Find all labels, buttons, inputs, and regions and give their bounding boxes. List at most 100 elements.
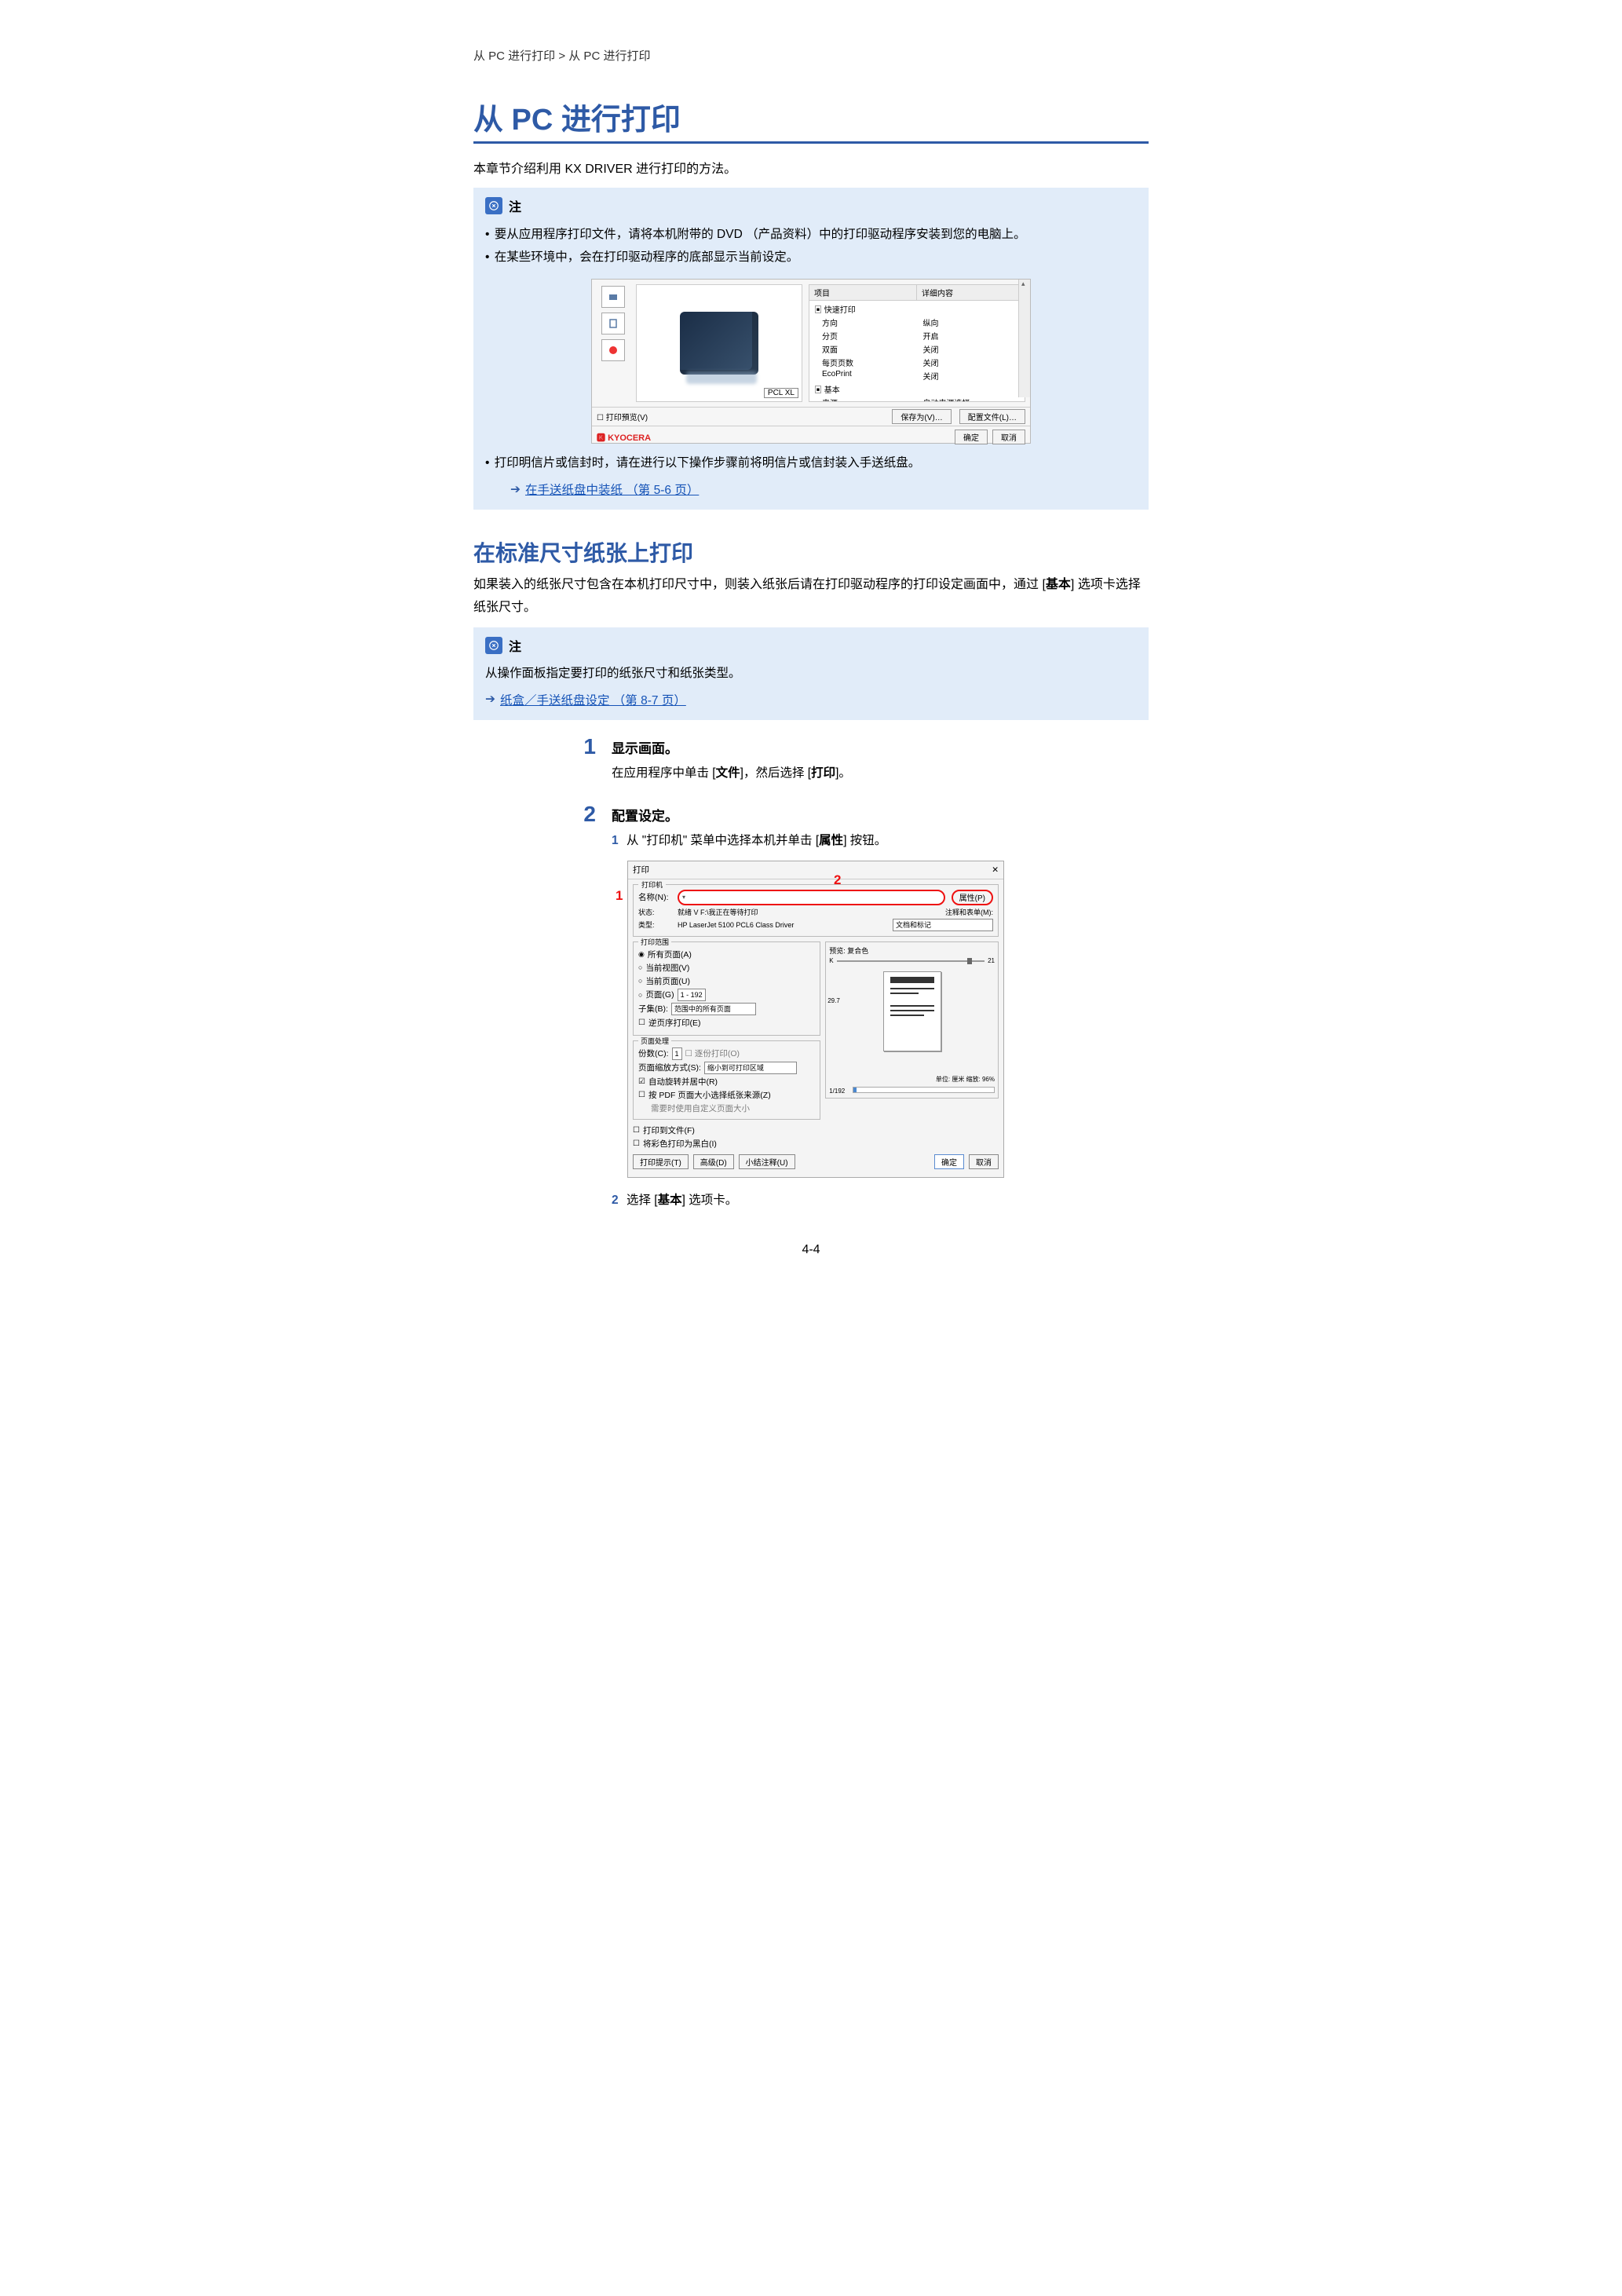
field-label: 类型: <box>638 919 674 930</box>
radio-current-page[interactable]: 当前页面(U) <box>638 975 815 987</box>
comments-button[interactable]: 小结注释(U) <box>739 1154 795 1169</box>
step-2: 2 配置设定。 1 从 "打印机" 菜单中选择本机并单击 [属性] 按钮。 打印… <box>473 803 1149 1212</box>
tips-button[interactable]: 打印提示(T) <box>633 1154 689 1169</box>
check-reverse[interactable]: 逆页序打印(E) <box>638 1017 815 1029</box>
status-value: 就绪 V F:\我正在等待打印 <box>678 907 758 917</box>
note-label: 注 <box>509 636 521 655</box>
page-number: 4-4 <box>473 1243 1149 1257</box>
advanced-button[interactable]: 高级(D) <box>693 1154 734 1169</box>
note-box: 注 要从应用程序打印文件，请将本机附带的 DVD （产品资料）中的打印驱动程序安… <box>473 188 1149 510</box>
table-cell: 分页 <box>809 329 919 342</box>
kyocera-logo: 🅺 KYOCERA <box>597 431 651 444</box>
note-box: 注 从操作面板指定要打印的纸张尺寸和纸张类型。 ➔ 纸盒／手送纸盘设定 （第 8… <box>473 627 1149 720</box>
step-number: 1 <box>568 736 596 784</box>
cross-ref: ➔ 在手送纸盘中装纸 （第 5-6 页） <box>510 481 1137 498</box>
radio-all-pages[interactable]: 所有页面(A) <box>638 949 815 960</box>
arrow-right-icon: ➔ <box>485 692 495 707</box>
scrollbar[interactable] <box>1018 280 1030 397</box>
radio-current-view[interactable]: 当前视图(V) <box>638 962 815 974</box>
intro-text: 本章节介绍利用 KX DRIVER 进行打印的方法。 <box>473 158 1149 177</box>
table-cell: 关闭 <box>919 342 1025 356</box>
side-dim: 29.7 <box>827 997 840 1004</box>
page-thumbnail <box>883 971 941 1051</box>
close-icon[interactable]: ✕ <box>992 865 999 875</box>
breadcrumb: 从 PC 进行打印 > 从 PC 进行打印 <box>473 47 1149 64</box>
scale-select[interactable]: 缩小到可打印区域 <box>704 1062 797 1074</box>
substep-number: 2 <box>612 1194 619 1207</box>
check-bw[interactable]: 将彩色打印为黑白(I) <box>633 1138 820 1150</box>
settings-table: 项目 详细内容 快速打印 方向纵向 分页开启 双面关闭 每页页数关闭 EcoPr… <box>809 284 1025 402</box>
arrow-right-icon: ➔ <box>510 482 521 497</box>
tool-icon <box>601 313 625 335</box>
comment-select[interactable]: 文档和标记 <box>893 919 993 931</box>
progress-bar <box>853 1087 995 1093</box>
note-label: 注 <box>509 196 521 215</box>
field-label: 注释和表单(M): <box>945 907 993 917</box>
note-list: 打印明信片或信封时，请在进行以下操作步骤前将明信片或信封装入手送纸盘。 <box>485 452 1137 474</box>
table-cell: 来源 <box>809 396 919 402</box>
field-label: 名称(N): <box>638 891 674 903</box>
tool-icon <box>601 286 625 308</box>
table-cell: 关闭 <box>919 369 1025 382</box>
field-label: 份数(C): <box>638 1047 669 1059</box>
printer-name-select[interactable] <box>678 890 945 905</box>
printer-3d-icon <box>680 312 758 375</box>
ok-button[interactable]: 确定 <box>934 1154 964 1169</box>
section-body: 如果装入的纸张尺寸包含在本机打印尺寸中，则装入纸张后请在打印驱动程序的打印设定画… <box>473 574 1149 620</box>
copies-input[interactable]: 1 <box>672 1047 682 1060</box>
scale-right: 21 <box>988 957 995 964</box>
cancel-button[interactable]: 取消 <box>969 1154 999 1169</box>
step-text: 在应用程序中单击 [文件]，然后选择 [打印]。 <box>612 762 1149 784</box>
tool-icon <box>601 339 625 361</box>
table-group: 基本 <box>809 382 915 396</box>
progress-text: 1/192 <box>829 1088 845 1095</box>
field-label: 状态: <box>638 907 674 917</box>
print-preview-check[interactable]: ☐ 打印預览(V) <box>597 411 648 422</box>
note-text: 从操作面板指定要打印的纸张尺寸和纸张类型。 <box>485 663 1137 685</box>
table-cell: EcoPrint <box>809 369 919 382</box>
cancel-button[interactable]: 取消 <box>992 430 1025 444</box>
field-label: 子集(B): <box>638 1003 668 1015</box>
pages-input[interactable]: 1 - 192 <box>678 989 706 1001</box>
unit-text: 单位: 厘米 缩放: 96% <box>936 1075 995 1084</box>
note-list: 要从应用程序打印文件，请将本机附带的 DVD （产品资料）中的打印驱动程序安装到… <box>485 223 1137 269</box>
check-print-to-file[interactable]: 打印到文件(F) <box>633 1124 820 1136</box>
tool-strip <box>597 284 630 402</box>
pcl-tag: PCL XL <box>764 388 798 398</box>
saveas-button[interactable]: 保存为(V)… <box>892 409 951 424</box>
check-collate: ☐ 逐份打印(O) <box>685 1047 740 1059</box>
radio-pages[interactable]: 页面(G) 1 - 192 <box>638 989 815 1001</box>
field-label: 页面缩放方式(S): <box>638 1062 701 1073</box>
step-1: 1 显示画面。 在应用程序中单击 [文件]，然后选择 [打印]。 <box>473 736 1149 784</box>
table-cell: 双面 <box>809 342 919 356</box>
profile-button[interactable]: 配置文件(L)… <box>959 409 1025 424</box>
substep-number: 1 <box>612 834 619 847</box>
type-value: HP LaserJet 5100 PCL6 Class Driver <box>678 921 794 929</box>
cross-ref-link[interactable]: 在手送纸盘中装纸 （第 5-6 页） <box>525 481 699 498</box>
printer-preview: PCL XL <box>636 284 802 402</box>
note-item: 打印明信片或信封时，请在进行以下操作步骤前将明信片或信封装入手送纸盘。 <box>485 452 1137 474</box>
note-icon <box>485 197 502 214</box>
section-title: 在标准尺寸纸张上打印 <box>473 536 1149 568</box>
cross-ref: ➔ 纸盒／手送纸盘设定 （第 8-7 页） <box>485 691 1137 708</box>
ok-button[interactable]: 确定 <box>955 430 988 444</box>
properties-button[interactable]: 属性(P) <box>952 890 993 905</box>
table-cell: 自动来源选择 <box>919 396 1025 402</box>
check-pdf-size[interactable]: 按 PDF 页面大小选择纸张来源(Z) <box>638 1089 815 1101</box>
check-custom-size: 需要时使用自定义页面大小 <box>638 1102 815 1114</box>
step-title: 配置设定。 <box>612 805 1149 824</box>
table-header: 项目 <box>809 285 917 300</box>
driver-screenshot: PCL XL 项目 详细内容 快速打印 方向纵向 分页开启 双面关闭 每页页数关… <box>591 279 1031 444</box>
subset-select[interactable]: 范围中的所有页面 <box>671 1003 756 1015</box>
table-group: 快速打印 <box>809 302 915 316</box>
step-number: 2 <box>568 803 596 1212</box>
note-icon <box>485 637 502 654</box>
scale-left: K <box>829 957 833 964</box>
check-autorotate[interactable]: 自动旋转并居中(R) <box>638 1076 815 1088</box>
note-header: 注 <box>485 196 1137 215</box>
table-cell: 每页页数 <box>809 356 919 369</box>
cross-ref-link[interactable]: 纸盒／手送纸盘设定 （第 8-7 页） <box>500 691 686 708</box>
step-title: 显示画面。 <box>612 737 1149 757</box>
page-title: 从 PC 进行打印 <box>473 95 1149 144</box>
table-cell: 关闭 <box>919 356 1025 369</box>
